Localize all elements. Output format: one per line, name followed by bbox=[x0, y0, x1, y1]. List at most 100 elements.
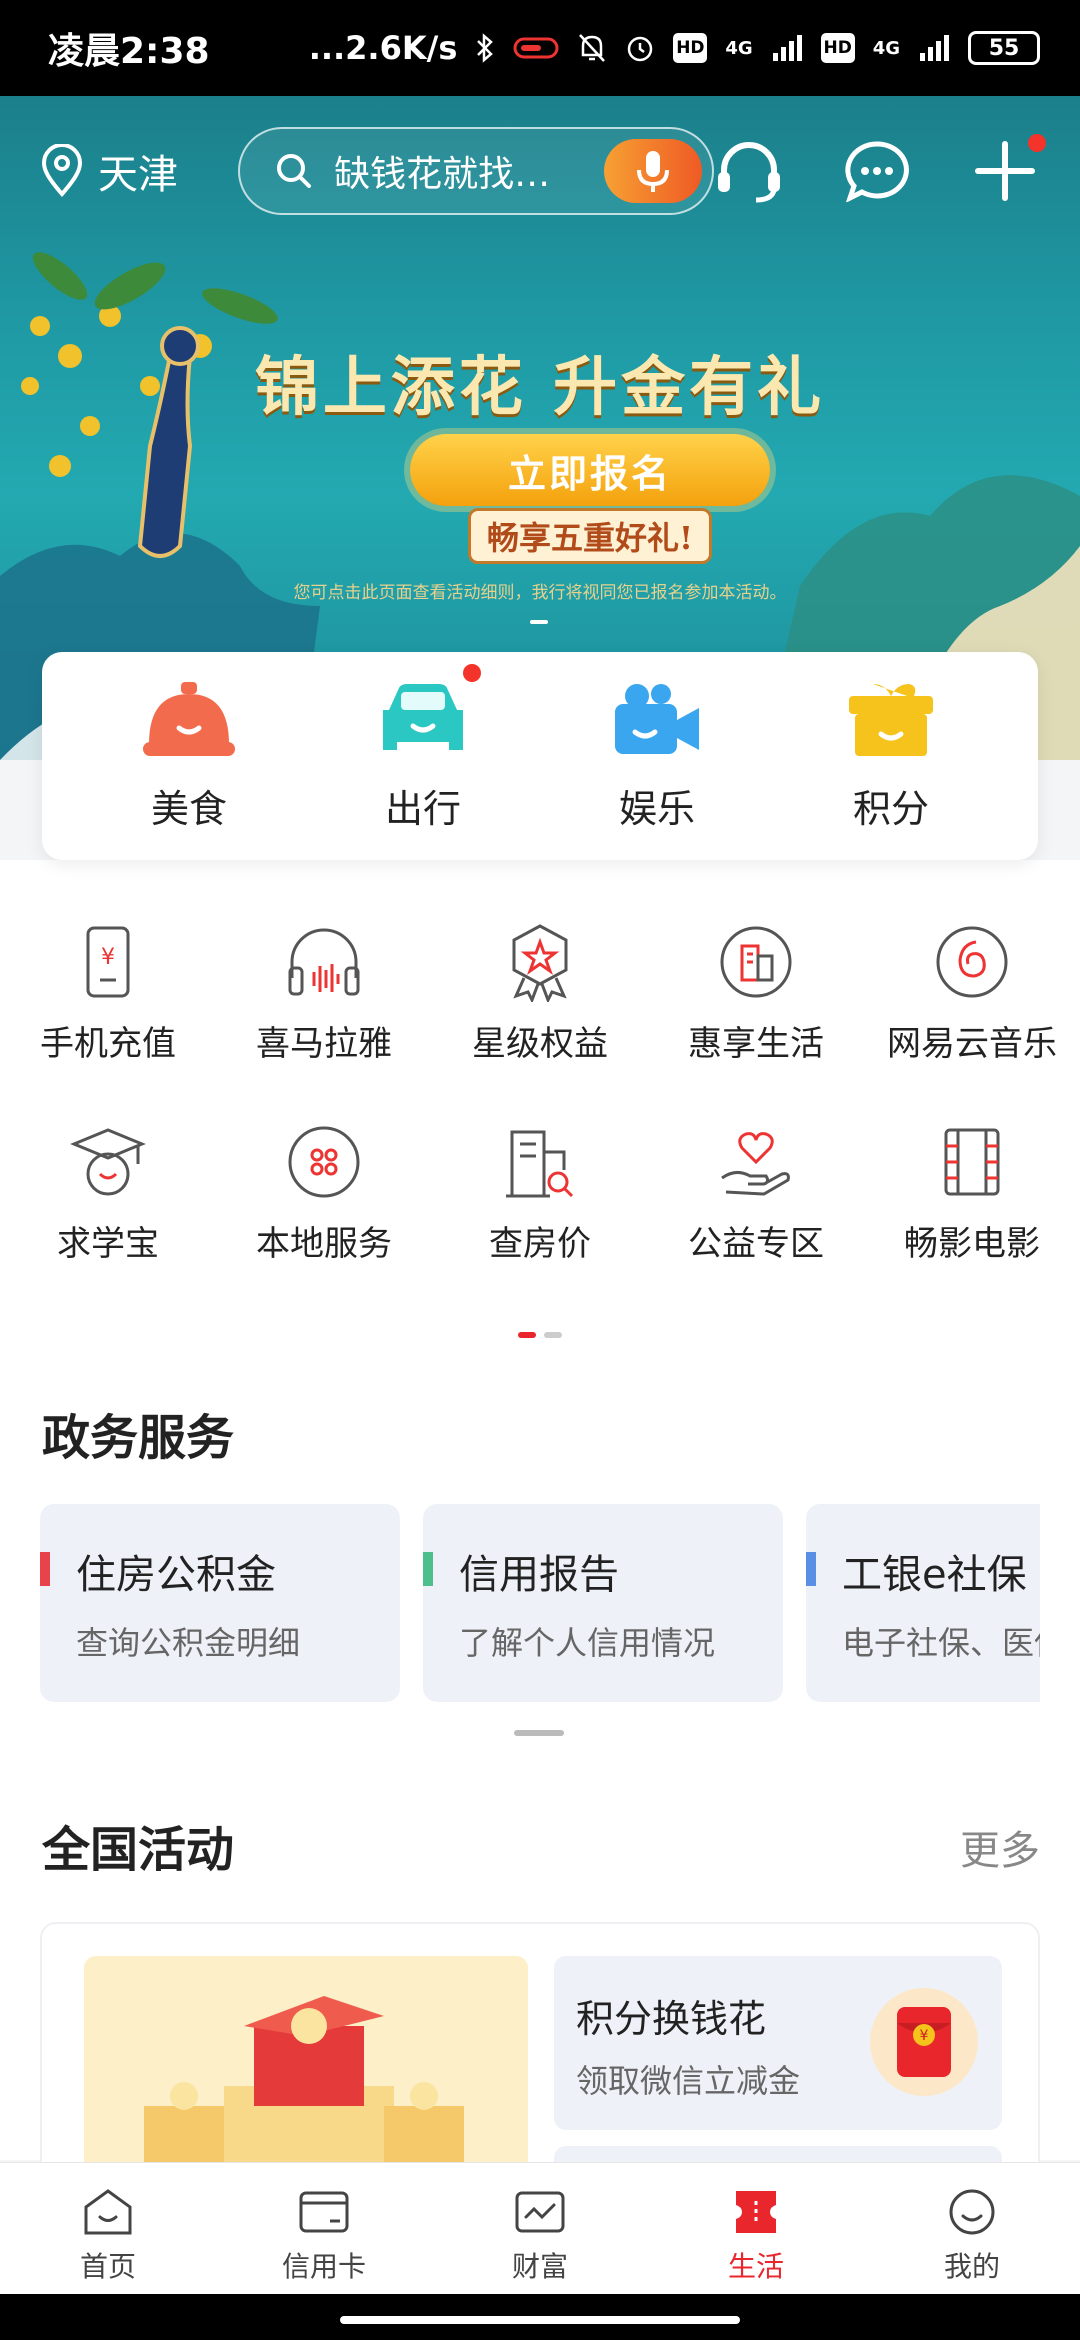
gov-cards: 住房公积金 查询公积金明细 信用报告 了解个人信用情况 工银e社保 电子社保、医… bbox=[40, 1504, 1040, 1702]
gift-box-illustration bbox=[84, 1956, 528, 2180]
quick-entry-travel[interactable]: 出行 bbox=[323, 663, 523, 833]
status-icons: ...2.6K/s HD 4G HD 4G 55 bbox=[309, 29, 1040, 67]
svg-text:¥: ¥ bbox=[920, 2028, 929, 2044]
video-camera-icon bbox=[615, 683, 699, 754]
service-house-price[interactable]: 查房价 bbox=[432, 1122, 648, 1265]
red-envelope-icon: ¥ bbox=[870, 1988, 978, 2096]
quick-entry-entertainment[interactable]: 娱乐 bbox=[557, 680, 757, 833]
tab-label: 我的 bbox=[943, 2250, 1000, 2283]
battery-icon: 55 bbox=[968, 31, 1040, 65]
hd-badge: HD bbox=[673, 33, 708, 63]
tab-wealth[interactable]: 财富 bbox=[432, 2163, 648, 2294]
service-star-rights[interactable]: 星级权益 bbox=[432, 922, 648, 1065]
music-disc-icon bbox=[936, 926, 1008, 998]
banner-page-indicator bbox=[530, 620, 548, 624]
activity-more-link[interactable]: 更多 bbox=[960, 1818, 1040, 1876]
card-title: 工银e社保 bbox=[842, 1552, 1027, 1598]
film-strip-icon bbox=[944, 1128, 1000, 1196]
service-grid: ¥ 手机充值 喜马拉雅 星级权益 惠享生活 网易云音乐 求学宝 本地服务 查房价… bbox=[0, 900, 1080, 1300]
profile-face-icon bbox=[949, 2189, 995, 2235]
phone-recharge-icon: ¥ bbox=[86, 926, 130, 998]
plus-icon bbox=[975, 141, 1035, 201]
service-local[interactable]: 本地服务 bbox=[216, 1122, 432, 1265]
status-bar: 凌晨2:38 ...2.6K/s HD 4G HD 4G 55 bbox=[0, 0, 1080, 96]
card-subtitle: 查询公积金明细 bbox=[76, 1624, 301, 1662]
service-label: 查房价 bbox=[489, 1224, 591, 1264]
service-charity[interactable]: 公益专区 bbox=[648, 1122, 864, 1265]
service-label: 星级权益 bbox=[472, 1024, 608, 1064]
mute-bell-icon bbox=[579, 34, 606, 62]
gov-card-credit-report[interactable]: 信用报告 了解个人信用情况 bbox=[423, 1504, 783, 1702]
activity-section-title: 全国活动 bbox=[42, 1822, 235, 1878]
card-accent bbox=[423, 1552, 433, 1586]
tab-mine[interactable]: 我的 bbox=[864, 2163, 1080, 2294]
quick-entry-points[interactable]: 积分 bbox=[791, 680, 991, 833]
battery-saver-icon bbox=[513, 37, 559, 59]
tab-label: 生活 bbox=[727, 2250, 784, 2283]
quick-entry-label: 积分 bbox=[852, 786, 929, 831]
tab-credit-card[interactable]: 信用卡 bbox=[216, 2163, 432, 2294]
car-icon bbox=[383, 683, 463, 750]
quick-entry-label: 出行 bbox=[384, 786, 461, 831]
service-label: 本地服务 bbox=[256, 1224, 392, 1264]
tab-label: 首页 bbox=[79, 2250, 136, 2283]
activity-banner-image[interactable] bbox=[84, 1956, 528, 2180]
alarm-icon bbox=[628, 36, 653, 62]
gov-section-title: 政务服务 bbox=[42, 1410, 235, 1466]
chat-bubble-icon bbox=[845, 141, 909, 202]
tab-life[interactable]: 生活 bbox=[648, 2163, 864, 2294]
service-label: 喜马拉雅 bbox=[256, 1024, 392, 1064]
hd-badge-2: HD bbox=[820, 33, 855, 63]
bottom-tab-bar: 首页 信用卡 财富 生活 我的 bbox=[0, 2162, 1080, 2294]
banner-title: 锦上添花 升金有礼 bbox=[254, 350, 826, 425]
travel-notification-dot bbox=[463, 663, 481, 682]
tab-label: 信用卡 bbox=[281, 2250, 366, 2283]
banner-register-button[interactable]: 立即报名 bbox=[410, 434, 770, 506]
service-phone-recharge[interactable]: ¥ 手机充值 bbox=[0, 922, 216, 1065]
heart-hand-icon bbox=[721, 1132, 790, 1196]
star-badge-icon bbox=[512, 924, 568, 1002]
service-row-1: ¥ 手机充值 喜马拉雅 星级权益 惠享生活 网易云音乐 bbox=[0, 922, 1080, 1065]
banner-note: 您可点击此页面查看活动细则，我行将视同您已报名参加本活动。 bbox=[293, 583, 787, 603]
tab-label: 财富 bbox=[511, 2250, 568, 2283]
gov-card-housing-fund[interactable]: 住房公积金 查询公积金明细 bbox=[40, 1504, 400, 1702]
search-icon bbox=[277, 154, 312, 188]
customer-service-button[interactable] bbox=[714, 136, 784, 206]
gov-card-social-security[interactable]: 工银e社保 电子社保、医保 bbox=[806, 1504, 1040, 1702]
headset-icon bbox=[718, 142, 780, 203]
message-button[interactable] bbox=[842, 136, 912, 206]
banner-subtitle: 畅享五重好礼! bbox=[468, 508, 712, 564]
service-label: 求学宝 bbox=[57, 1224, 159, 1264]
gov-scroll-indicator bbox=[514, 1730, 564, 1736]
graduation-cap-icon bbox=[70, 1128, 146, 1196]
service-study[interactable]: 求学宝 bbox=[0, 1122, 216, 1265]
add-button[interactable] bbox=[970, 134, 1046, 206]
home-gesture-bar[interactable] bbox=[340, 2316, 740, 2324]
quick-entry-label: 美食 bbox=[150, 786, 227, 831]
quick-entries-card: 美食 出行 娱乐 积分 bbox=[42, 652, 1038, 860]
service-ximalaya[interactable]: 喜马拉雅 bbox=[216, 922, 432, 1065]
activity-card-subtitle: 领取微信立减金 bbox=[576, 2062, 801, 2100]
location-selector[interactable]: 天津 bbox=[40, 142, 238, 200]
headphones-icon bbox=[288, 928, 360, 996]
service-label: 网易云音乐 bbox=[887, 1024, 1057, 1064]
add-notification-dot bbox=[1028, 134, 1046, 152]
life-ticket-icon bbox=[736, 2191, 776, 2233]
tab-home[interactable]: 首页 bbox=[0, 2163, 216, 2294]
network-type: 4G bbox=[725, 37, 753, 59]
activity-points-card[interactable]: 积分换钱花 领取微信立减金 ¥ bbox=[554, 1956, 1002, 2130]
credit-card-icon bbox=[299, 2191, 349, 2233]
quick-entry-food[interactable]: 美食 bbox=[89, 680, 289, 833]
service-label: 惠享生活 bbox=[688, 1024, 824, 1064]
service-netease-music[interactable]: 网易云音乐 bbox=[864, 922, 1080, 1065]
status-time: 凌晨2:38 bbox=[48, 31, 210, 72]
activity-card-title: 积分换钱花 bbox=[576, 1997, 767, 2041]
search-placeholder: 缺钱花就找… bbox=[334, 154, 551, 195]
voice-search-button[interactable] bbox=[604, 139, 702, 203]
service-hui-life[interactable]: 惠享生活 bbox=[648, 922, 864, 1065]
card-title: 住房公积金 bbox=[76, 1552, 276, 1598]
service-movie[interactable]: 畅影电影 bbox=[864, 1122, 1080, 1265]
gift-box-icon bbox=[849, 683, 933, 756]
quick-entry-label: 娱乐 bbox=[618, 786, 695, 831]
search-box[interactable]: 缺钱花就找… bbox=[238, 127, 714, 215]
